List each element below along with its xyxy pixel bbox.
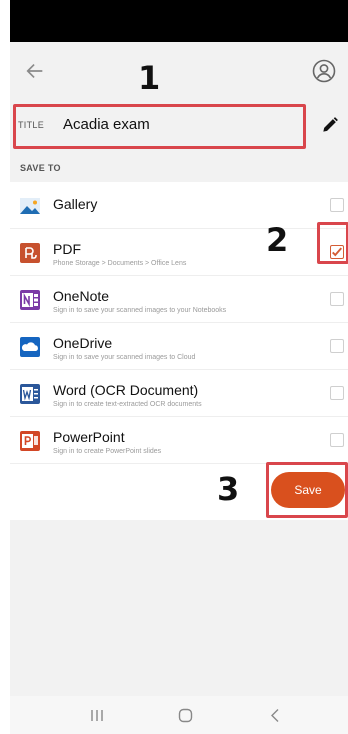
system-navigation-bar [10,696,348,734]
destination-powerpoint[interactable]: PowerPoint Sign in to create PowerPoint … [10,417,348,464]
save-destination-list: Gallery PDF Phone Storage > Documents > … [10,182,348,464]
destination-name: Word (OCR Document) [53,382,199,398]
save-to-label: SAVE TO [20,163,61,173]
nav-back-icon[interactable] [270,708,280,723]
save-to-header: SAVE TO [10,152,348,182]
powerpoint-icon [20,431,40,451]
destination-subtitle: Sign in to save your scanned images to C… [53,354,196,361]
annotation-box-save [266,462,348,518]
word-icon [20,384,40,404]
empty-area [10,520,348,696]
destination-name: PDF [53,241,81,257]
destination-subtitle: Sign in to create text-extracted OCR doc… [53,401,202,408]
gallery-icon [20,198,40,214]
destination-name: PowerPoint [53,429,125,445]
destination-subtitle: Sign in to save your scanned images to y… [53,307,227,314]
powerpoint-checkbox[interactable] [330,433,344,447]
status-bar [10,0,348,42]
word-checkbox[interactable] [330,386,344,400]
annotation-step-3: 3 [217,470,240,508]
annotation-box-pdf-checkbox [317,222,348,264]
account-circle-icon[interactable] [312,59,336,83]
destination-word[interactable]: Word (OCR Document) Sign in to create te… [10,370,348,417]
annotation-step-2: 2 [266,221,289,259]
destination-name: OneDrive [53,335,113,351]
home-icon[interactable] [178,708,193,723]
annotation-step-1: 1 [138,59,161,97]
destination-gallery[interactable]: Gallery [10,182,348,229]
destination-subtitle: Sign in to create PowerPoint slides [53,448,162,455]
onedrive-checkbox[interactable] [330,339,344,353]
destination-onenote[interactable]: OneNote Sign in to save your scanned ima… [10,276,348,323]
gallery-checkbox[interactable] [330,198,344,212]
top-app-bar [10,42,348,100]
annotation-box-title [13,104,306,149]
destination-name: OneNote [53,288,110,304]
pencil-icon[interactable] [320,115,340,135]
destination-subtitle: Phone Storage > Documents > Office Lens [53,260,187,267]
destination-name: Gallery [53,196,98,212]
destination-onedrive[interactable]: OneDrive Sign in to save your scanned im… [10,323,348,370]
onenote-icon [20,290,40,310]
arrow-left-icon[interactable] [24,60,46,82]
destination-pdf[interactable]: PDF Phone Storage > Documents > Office L… [10,229,348,276]
pdf-icon [20,243,40,263]
onedrive-icon [20,337,40,357]
onenote-checkbox[interactable] [330,292,344,306]
recents-icon[interactable] [90,709,104,722]
